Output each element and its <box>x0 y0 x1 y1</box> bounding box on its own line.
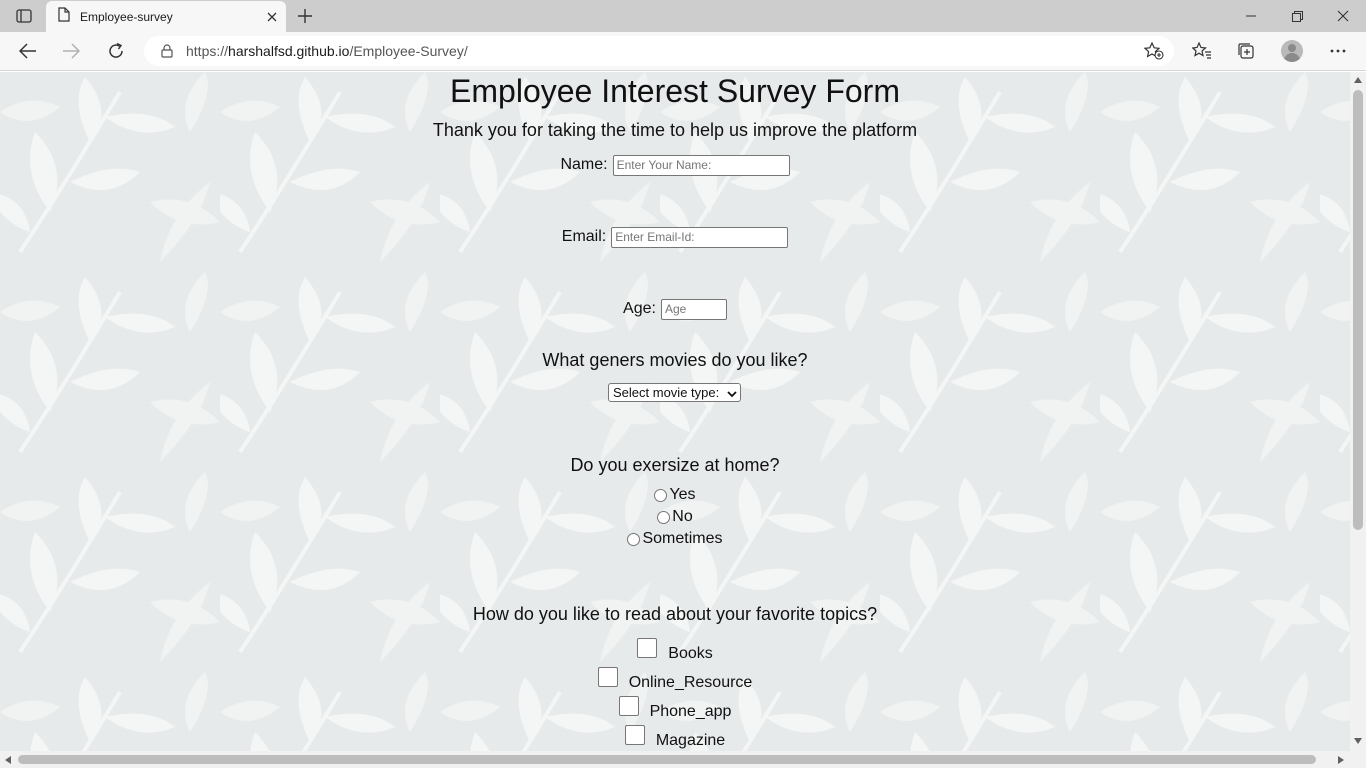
new-tab-icon[interactable] <box>290 3 320 29</box>
scroll-up-icon[interactable] <box>1354 77 1362 83</box>
address-bar[interactable]: https://harshalfsd.github.io/Employee-Su… <box>144 36 1174 66</box>
books-checkbox[interactable] <box>637 638 658 658</box>
close-tab-icon[interactable] <box>258 3 286 31</box>
horizontal-scroll-thumb[interactable] <box>18 755 1316 764</box>
back-icon[interactable] <box>12 36 44 66</box>
movies-question: What geners movies do you like? <box>542 350 808 370</box>
topic-option-books: Books <box>0 637 1350 663</box>
exercise-yes-radio[interactable] <box>654 488 668 502</box>
movie-type-select[interactable]: Select movie type: <box>608 383 741 402</box>
horizontal-scrollbar[interactable] <box>0 751 1366 768</box>
age-row: Age: <box>0 297 1350 321</box>
page-icon <box>58 6 70 27</box>
more-menu-icon[interactable] <box>1322 36 1354 66</box>
profile-avatar[interactable] <box>1281 40 1303 62</box>
lock-icon[interactable] <box>158 42 176 60</box>
topics-question: How do you like to read about your favor… <box>472 604 878 624</box>
online-resource-label: Online_Resource <box>628 674 753 691</box>
browser-toolbar: https://harshalfsd.github.io/Employee-Su… <box>0 32 1366 71</box>
exercise-no-radio[interactable] <box>657 510 671 524</box>
scroll-right-icon[interactable] <box>1338 756 1344 764</box>
email-row: Email: <box>0 225 1350 249</box>
email-label: Email: <box>561 228 607 245</box>
age-label: Age: <box>623 300 656 317</box>
books-label: Books <box>668 645 713 662</box>
magazine-label: Magazine <box>655 732 726 749</box>
online-resource-checkbox[interactable] <box>597 667 618 687</box>
forward-icon[interactable] <box>55 36 87 66</box>
movie-type-selected: Select movie type: <box>613 385 720 400</box>
vertical-scroll-thumb[interactable] <box>1353 90 1363 530</box>
email-input[interactable] <box>611 226 789 248</box>
collections-icon[interactable] <box>1230 36 1262 66</box>
name-row: Name: <box>0 153 1350 177</box>
phone-app-checkbox[interactable] <box>618 696 639 716</box>
restore-icon[interactable] <box>1274 0 1320 32</box>
chevron-down-icon <box>727 387 737 402</box>
minimize-icon[interactable] <box>1228 0 1274 32</box>
exercise-option-sometimes: Sometimes <box>0 529 1350 549</box>
exercise-option-no: No <box>0 507 1350 527</box>
exercise-yes-label: Yes <box>669 486 696 503</box>
age-input[interactable] <box>660 298 727 320</box>
scroll-left-icon[interactable] <box>5 756 11 764</box>
refresh-icon[interactable] <box>100 36 132 66</box>
tab-actions-icon[interactable] <box>8 4 40 28</box>
url-text: https://harshalfsd.github.io/Employee-Su… <box>186 43 468 59</box>
close-window-icon[interactable] <box>1320 0 1366 32</box>
exercise-sometimes-label: Sometimes <box>642 530 723 547</box>
add-favorite-icon[interactable] <box>1142 40 1166 62</box>
name-input[interactable] <box>612 154 790 176</box>
exercise-sometimes-radio[interactable] <box>627 532 641 546</box>
tab-strip: Employee-survey <box>0 0 1366 32</box>
browser-tab[interactable]: Employee-survey <box>46 1 286 32</box>
page-title: Employee Interest Survey Form <box>450 73 900 109</box>
name-label: Name: <box>560 156 608 173</box>
magazine-checkbox[interactable] <box>624 725 645 745</box>
topic-option-magazine: Magazine <box>0 724 1350 750</box>
phone-app-label: Phone_app <box>649 703 732 720</box>
exercise-question: Do you exersize at home? <box>570 455 780 475</box>
page-viewport: Employee Interest Survey Form Thank you … <box>0 72 1350 751</box>
scroll-down-icon[interactable] <box>1354 738 1362 744</box>
favorites-icon[interactable] <box>1186 36 1218 66</box>
vertical-scrollbar[interactable] <box>1350 72 1366 751</box>
exercise-no-label: No <box>672 508 693 525</box>
exercise-option-yes: Yes <box>0 485 1350 505</box>
topic-option-online-resource: Online_Resource <box>0 666 1350 692</box>
tab-title: Employee-survey <box>80 9 173 24</box>
page-subtitle: Thank you for taking the time to help us… <box>432 120 918 140</box>
topic-option-phone-app: Phone_app <box>0 695 1350 721</box>
